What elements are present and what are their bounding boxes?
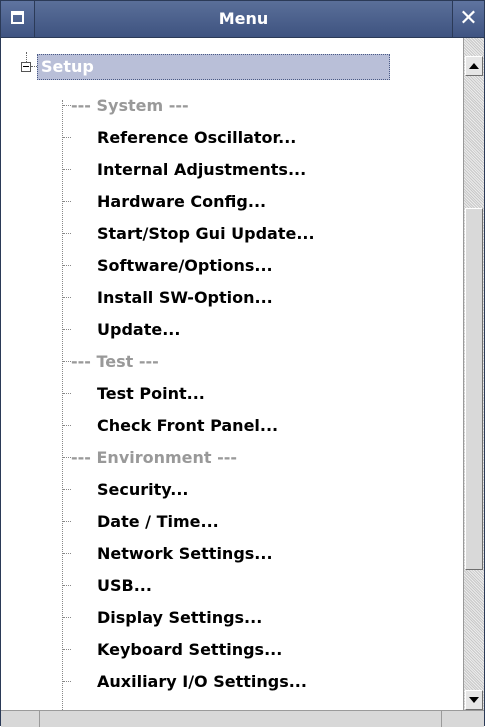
tree-item-label: Check Front Panel...: [97, 416, 279, 435]
tree-line: [63, 201, 71, 203]
tree-item-label: Hardware Config...: [97, 192, 267, 211]
tree-menu-item[interactable]: Auxiliary I/O Settings...: [1, 666, 463, 698]
tree-line: [63, 233, 71, 235]
menu-window: Menu ✕ Setup --- System --- Reference Osc…: [0, 0, 485, 727]
tree-item-label: Install SW-Option...: [97, 288, 273, 307]
tree-menu-item[interactable]: Install SW-Option...: [1, 282, 463, 314]
scrollbar-thumb[interactable]: [465, 208, 483, 570]
tree-menu-item[interactable]: Start/Stop Gui Update...: [1, 218, 463, 250]
tree-line: [63, 361, 71, 363]
menu-tree-panel: Setup --- System --- Reference Oscillator…: [1, 38, 463, 710]
tree-item-label: --- Test ---: [71, 352, 159, 371]
tree-item-label: Update...: [97, 320, 181, 339]
scrollbar-divider: [441, 711, 442, 727]
scrollbar-divider: [39, 711, 40, 727]
tree-item-label: Display Settings...: [97, 608, 263, 627]
close-button[interactable]: ✕: [452, 1, 484, 37]
tree-menu-item[interactable]: Check Front Panel...: [1, 410, 463, 442]
tree-item-label: USB...: [97, 576, 152, 595]
tree-line: [63, 329, 71, 331]
tree-item-label: --- System ---: [71, 96, 189, 115]
tree-item-label: Keyboard Settings...: [97, 640, 283, 659]
tree-item-label: Date / Time...: [97, 512, 219, 531]
bottom-scrollbar[interactable]: [1, 710, 484, 727]
tree-line: [26, 52, 28, 62]
tree-line: [63, 649, 71, 651]
tree-line: [63, 169, 71, 171]
tree-section-header: --- System ---: [1, 90, 463, 122]
scroll-down-button[interactable]: [465, 690, 483, 710]
window-menu-button[interactable]: [1, 1, 35, 37]
arrow-down-icon: [469, 697, 479, 703]
tree-line: [63, 457, 71, 459]
tree-menu-item[interactable]: Display Settings...: [1, 602, 463, 634]
tree-menu-item[interactable]: Security...: [1, 474, 463, 506]
arrow-up-icon: [469, 63, 479, 69]
tree-menu-item[interactable]: USB...: [1, 570, 463, 602]
window-menu-icon: [11, 11, 24, 24]
tree-line: [63, 137, 71, 139]
collapse-icon[interactable]: [21, 62, 31, 72]
vertical-scrollbar[interactable]: [463, 38, 484, 710]
tree-menu-item[interactable]: Date / Time...: [1, 506, 463, 538]
scroll-up-button[interactable]: [465, 56, 483, 76]
tree-menu-item[interactable]: Reference Oscillator...: [1, 122, 463, 154]
tree-item-label: Internal Adjustments...: [97, 160, 307, 179]
tree-line: [63, 265, 71, 267]
tree-item-label: Auxiliary I/O Settings...: [97, 672, 307, 691]
tree-root-setup[interactable]: Setup: [1, 52, 463, 88]
tree-item-label: Security...: [97, 480, 189, 499]
window-title: Menu: [218, 9, 269, 28]
tree-line: [63, 105, 71, 107]
tree-line: [63, 297, 71, 299]
tree-menu-item[interactable]: Update...: [1, 314, 463, 346]
tree-item-label: Test Point...: [97, 384, 205, 403]
tree-item-label: Network Settings...: [97, 544, 273, 563]
tree-line: [63, 553, 71, 555]
tree-line: [63, 681, 71, 683]
tree-item-label: --- Environment ---: [71, 448, 238, 467]
tree-item-label: Start/Stop Gui Update...: [97, 224, 315, 243]
tree-line: [63, 585, 71, 587]
tree-section-header: --- Test ---: [1, 346, 463, 378]
tree-menu-item[interactable]: Internal Adjustments...: [1, 154, 463, 186]
tree-menu-item[interactable]: Software/Options...: [1, 250, 463, 282]
tree-menu-item[interactable]: Network Settings...: [1, 538, 463, 570]
tree-line: [63, 425, 71, 427]
title-bar[interactable]: Menu ✕: [1, 1, 484, 38]
tree-section-header: --- Environment ---: [1, 442, 463, 474]
tree-item-label: Reference Oscillator...: [97, 128, 297, 147]
tree-menu-item[interactable]: Keyboard Settings...: [1, 634, 463, 666]
tree-line: [63, 393, 71, 395]
tree-root-label[interactable]: Setup: [37, 54, 390, 80]
tree-item-label: Software/Options...: [97, 256, 273, 275]
tree-line: [63, 489, 71, 491]
tree-line: [63, 521, 71, 523]
tree-menu-item[interactable]: Hardware Config...: [1, 186, 463, 218]
close-icon: ✕: [459, 6, 478, 31]
tree-menu-item[interactable]: Test Point...: [1, 378, 463, 410]
tree-line: [63, 617, 71, 619]
